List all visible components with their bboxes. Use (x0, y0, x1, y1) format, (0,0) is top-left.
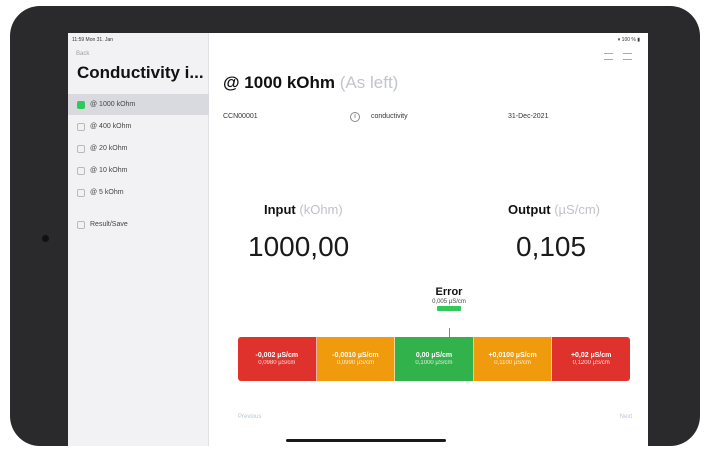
tolerance-scale: -0,002 µS/cm 0,0980 µS/cm -0,0010 µS/cm … (238, 337, 630, 381)
screen: Back Conductivity i... @ 1000 kOhm @ 400… (68, 33, 648, 446)
output-label-text: Output (508, 202, 551, 217)
checkbox-icon (77, 220, 85, 229)
page-title: @ 1000 kOhm (As left) (223, 73, 398, 93)
segment-value: 0,1000 µS/cm (415, 360, 453, 366)
checkbox-icon (77, 166, 85, 175)
segment-value: 0,0990 µS/cm (336, 360, 374, 366)
segment-deviation: 0,00 µS/cm (415, 352, 453, 359)
previous-button[interactable]: Previous (238, 414, 261, 420)
info-icon[interactable]: i (350, 112, 360, 122)
error-title: Error (435, 286, 463, 298)
status-indicators: ▾ 100 % ▮ (618, 37, 640, 43)
status-time: 11:59 Mon 31. Jan (72, 37, 114, 43)
scale-segment: -0,002 µS/cm 0,0980 µS/cm (238, 337, 317, 381)
output-unit: (µS/cm) (554, 202, 600, 217)
output-label: Output (µS/cm) (508, 202, 600, 217)
input-unit: (kOhm) (299, 202, 343, 217)
segment-value: 0,0980 µS/cm (258, 360, 296, 366)
sidebar-item-label: @ 400 kOhm (90, 123, 132, 130)
sidebar-item-400-kohm[interactable]: @ 400 kOhm (68, 116, 209, 137)
page-title-suffix: (As left) (339, 73, 399, 92)
segment-value: 0,1100 µS/cm (494, 360, 531, 366)
sidebar-item-label: @ 10 kOhm (90, 167, 128, 174)
error-status-bar (437, 306, 461, 311)
home-indicator (286, 439, 446, 442)
segment-deviation: +0,02 µS/cm (570, 352, 612, 359)
back-button[interactable]: Back (76, 51, 89, 57)
scale-segment: +0,0100 µS/cm 0,1100 µS/cm (473, 337, 553, 381)
sidebar-item-20-kohm[interactable]: @ 20 kOhm (68, 138, 209, 159)
menu-icon[interactable] (623, 53, 632, 60)
sidebar-item-label: @ 1000 kOhm (90, 101, 136, 108)
sidebar: Back Conductivity i... @ 1000 kOhm @ 400… (68, 33, 209, 446)
sidebar-item-10-kohm[interactable]: @ 10 kOhm (68, 160, 209, 181)
input-label-text: Input (264, 202, 296, 217)
status-text: ▾ 100 % ▮ (617, 37, 640, 43)
next-button[interactable]: Next (620, 414, 632, 420)
checkbox-icon (77, 188, 85, 197)
sidebar-item-result-save[interactable]: Result/Save (68, 214, 209, 235)
segment-deviation: +0,0100 µS/cm (488, 352, 537, 359)
sidebar-item-label: @ 5 kOhm (90, 189, 124, 196)
checkbox-icon (77, 144, 85, 153)
scale-segment: -0,0010 µS/cm 0,0990 µS/cm (316, 337, 396, 381)
list-icon[interactable] (604, 53, 613, 60)
sidebar-item-label: @ 20 kOhm (90, 145, 128, 152)
type-value: conductivity (371, 113, 408, 120)
sidebar-title: Conductivity i... (77, 63, 204, 82)
toolbar-icons (604, 53, 632, 60)
sidebar-item-label: Result/Save (90, 221, 128, 228)
sidebar-item-5-kohm[interactable]: @ 5 kOhm (68, 182, 209, 203)
scale-segment: +0,02 µS/cm 0,1200 µS/cm (552, 337, 630, 381)
segment-value: 0,1200 µS/cm (572, 360, 610, 366)
page-title-main: @ 1000 kOhm (223, 73, 336, 92)
date-value: 31-Dec-2021 (508, 113, 549, 120)
scale-segment: 0,00 µS/cm 0,1000 µS/cm (395, 337, 474, 381)
sidebar-item-1000-kohm[interactable]: @ 1000 kOhm (68, 94, 209, 115)
output-value: 0,105 (516, 231, 587, 262)
segment-deviation: -0,0010 µS/cm (332, 352, 379, 359)
ipad-frame: Back Conductivity i... @ 1000 kOhm @ 400… (10, 6, 700, 446)
error-indicator: Error 0,005 µS/cm (418, 286, 480, 311)
checkbox-icon (77, 122, 85, 131)
camera-dot (42, 235, 49, 242)
tag-id-value: CCN00001 (223, 113, 258, 120)
error-value: 0,005 µS/cm (432, 299, 466, 305)
segment-deviation: -0,002 µS/cm (255, 352, 299, 359)
checkbox-icon (77, 100, 85, 109)
input-value: 1000,00 (248, 231, 350, 262)
input-label: Input (kOhm) (264, 202, 343, 217)
